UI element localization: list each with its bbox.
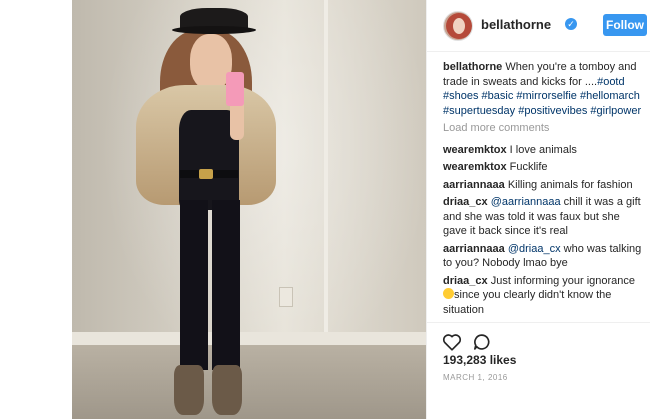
smile-emoji-icon xyxy=(443,288,454,299)
photo-leg-right xyxy=(212,200,240,370)
avatar-face xyxy=(453,18,465,34)
comment-username[interactable]: aarriannaaa xyxy=(443,243,505,255)
comment-text-continued: since you clearly didn't know the situat… xyxy=(443,289,612,316)
photo-belt-buckle xyxy=(199,169,213,179)
photo-floor xyxy=(72,345,426,419)
comment-item: wearemktox Fucklife xyxy=(443,160,643,175)
comment-item: aarriannaaa Killing animals for fashion xyxy=(443,178,643,193)
avatar[interactable] xyxy=(443,11,473,41)
mention-link[interactable]: @aarriannaaa xyxy=(491,196,561,208)
comment-item: wearemktox I love animals xyxy=(443,143,643,158)
load-more-comments-link[interactable]: Load more comments xyxy=(443,121,643,136)
post-photo[interactable] xyxy=(72,0,426,419)
post-side-panel: bellathorne ✓ Follow bellathorne When yo… xyxy=(426,0,650,419)
mention-link[interactable]: @driaa_cx xyxy=(508,243,561,255)
comment-item: driaa_cx Just informing your ignorance s… xyxy=(443,274,643,318)
caption: bellathorne When you're a tomboy and tra… xyxy=(443,60,643,118)
photo-wall-outlet xyxy=(279,287,293,307)
hashtag-link[interactable]: #hellomarch xyxy=(580,90,640,102)
caption-username[interactable]: bellathorne xyxy=(443,61,502,73)
comment-text: Fucklife xyxy=(509,161,548,173)
comment-bubble-icon[interactable] xyxy=(471,331,493,353)
photo-leg-left xyxy=(180,200,208,370)
photo-phone xyxy=(226,72,244,106)
hashtag-link[interactable]: #mirrorselfie xyxy=(516,90,577,102)
verified-badge-icon: ✓ xyxy=(565,18,577,30)
photo-baseboard xyxy=(72,332,426,346)
comment-text: Killing animals for fashion xyxy=(507,178,633,191)
comment-username[interactable]: driaa_cx xyxy=(443,275,488,287)
hashtag-link[interactable]: #basic xyxy=(482,90,514,102)
hashtag-link[interactable]: #positivevibes xyxy=(518,105,587,117)
comment-username[interactable]: driaa_cx xyxy=(443,196,488,208)
hashtag-link[interactable]: #shoes xyxy=(443,90,478,102)
photo-arm xyxy=(230,100,244,140)
photo-boot-left xyxy=(174,365,204,415)
hashtag-link[interactable]: #girlpower xyxy=(590,105,641,117)
follow-button[interactable]: Follow xyxy=(603,14,647,36)
header-username[interactable]: bellathorne xyxy=(481,17,551,32)
comment-username[interactable]: wearemktox xyxy=(443,144,507,156)
comment-text: Just informing your ignorance xyxy=(490,274,636,287)
photo-boot-right xyxy=(212,365,242,415)
comments-list[interactable]: bellathorne When you're a tomboy and tra… xyxy=(443,60,643,322)
post-date[interactable]: MARCH 1, 2016 xyxy=(443,373,508,382)
post-header: bellathorne ✓ Follow xyxy=(427,0,650,52)
likes-count[interactable]: 193,283 likes xyxy=(443,353,516,367)
photo-hat-brim xyxy=(172,26,256,34)
comment-username[interactable]: wearemktox xyxy=(443,161,507,173)
hashtag-link[interactable]: #supertuesday xyxy=(443,105,515,117)
heart-icon[interactable] xyxy=(441,331,463,353)
comment-item: driaa_cx @aarriannaaa chill it was a gif… xyxy=(443,195,643,239)
hashtag-link[interactable]: #ootd xyxy=(597,76,625,88)
left-margin xyxy=(0,0,72,419)
comment-username[interactable]: aarriannaaa xyxy=(443,179,505,191)
comment-text: I love animals xyxy=(509,143,577,156)
comment-item: aarriannaaa @driaa_cx who was talking to… xyxy=(443,242,643,271)
post-actions: 193,283 likes MARCH 1, 2016 xyxy=(427,322,650,419)
